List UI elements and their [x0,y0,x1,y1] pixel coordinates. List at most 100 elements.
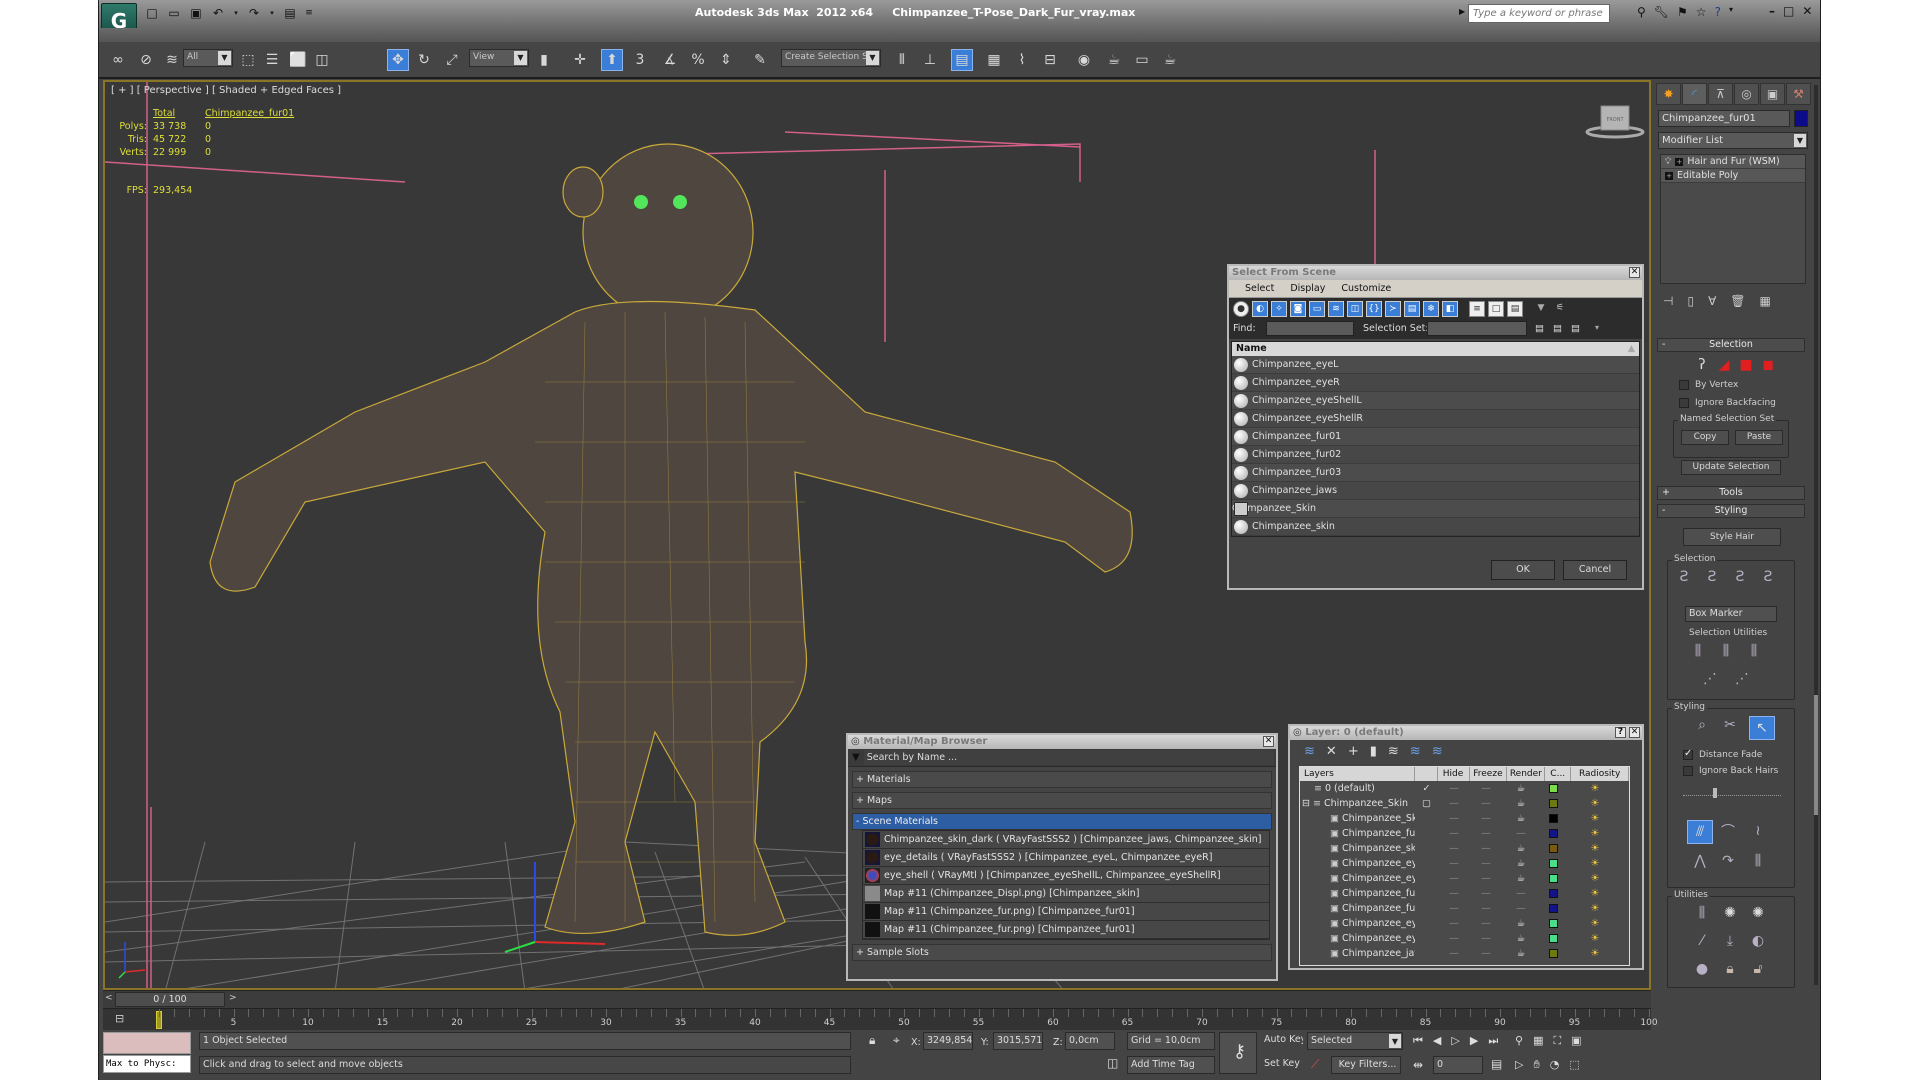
layer-row[interactable]: ▣ Chimpanzee_skir — — ☕︎ ☀ [1300,841,1629,856]
face-subobject-icon[interactable]: ◢ [1715,356,1733,374]
minimize-icon[interactable]: – [1769,4,1775,18]
undo-icon[interactable]: ↶ [211,6,225,20]
dialog-title-bar[interactable]: ◎ Material/Map Browser ✕ [848,735,1276,749]
select-object-icon[interactable]: ⬚ [237,49,259,71]
display-all-icon[interactable]: ≡ [1469,301,1485,317]
hide-toggle[interactable]: — [1438,873,1470,884]
select-set-icon[interactable]: ▤ [1553,323,1562,334]
layer-column-header[interactable]: Radiosity [1571,767,1630,781]
cancel-button[interactable]: Cancel [1563,560,1627,580]
auto-key-button[interactable]: Auto Key [1261,1032,1303,1050]
make-unique-icon[interactable]: ∀ [1708,294,1716,308]
zoom-extents-icon[interactable]: ⛶ [1553,1034,1561,1048]
save-icon[interactable]: ▣ [189,6,203,20]
layer-row[interactable]: ▣ Chimpanzee_eye——☕︎☀ [1300,856,1629,871]
pin-stack-icon[interactable]: ⊣ [1663,294,1673,308]
layer-row[interactable]: ▣ Chimpanzee_jaw — — ☕︎ ☀ [1300,946,1629,961]
translate-hair-icon[interactable]: ⫻ [1687,820,1713,844]
render-toggle[interactable]: ☕︎ [1502,783,1540,794]
help-dropdown-icon[interactable]: ▾ [1729,5,1733,19]
render-toggle[interactable]: ☕︎ [1502,873,1540,884]
bind-space-warp-icon[interactable]: ≋ [161,49,183,71]
maps-section[interactable]: + Maps [852,792,1272,809]
object-list-item[interactable]: Chimpanzee_fur01 [1232,428,1639,446]
menu-select[interactable]: Select [1245,280,1274,297]
render-toggle[interactable]: ☕︎ [1502,933,1540,944]
close-icon[interactable]: ✕ [1629,267,1640,278]
guide-subobject-icon[interactable]: ʔ [1693,356,1711,374]
redo-dropdown-icon[interactable]: ▾ [269,6,275,20]
attenuate-icon[interactable]: ⫼ [1693,904,1711,922]
current-layer-toggle[interactable]: ✓ [1415,783,1438,794]
layer-row[interactable]: ▣ Chimpanzee_eye——☕︎☀ [1300,931,1629,946]
freeze-toggle[interactable]: — [1470,828,1502,839]
object-list-item[interactable]: Chimpanzee_eyeShellL [1232,392,1639,410]
y-coordinate-field[interactable]: 3015,571cı [993,1032,1043,1050]
lock-icon[interactable]: 🔒︎ [1721,960,1739,978]
radiosity-icon[interactable]: ☀ [1566,918,1624,929]
layer-color-swatch[interactable] [1548,919,1558,928]
prev-frame-icon[interactable]: < [105,993,113,1003]
layer-color-swatch[interactable] [1548,859,1558,868]
move-icon[interactable]: ✥ [387,49,409,71]
pop-selected-icon[interactable]: ✺ [1721,904,1739,922]
layer-color-swatch[interactable] [1548,949,1558,958]
freeze-toggle[interactable]: — [1470,813,1502,824]
layer-column-header[interactable]: Freeze [1470,767,1508,781]
radiosity-icon[interactable]: ☀ [1566,903,1624,914]
help-icon[interactable]: ? [1715,5,1721,19]
layer-color-swatch[interactable] [1548,784,1558,793]
rotate-selection-icon[interactable]: ⫼ [1717,642,1735,660]
close-icon[interactable]: ✕ [1629,727,1640,738]
rect-region-icon[interactable]: ⬜ [287,49,309,71]
remove-from-set-icon[interactable]: ▤ [1571,323,1580,334]
hairbrush-icon[interactable]: ⌕ [1693,716,1711,734]
zoom-icon[interactable]: ⚲ [1515,1034,1523,1048]
display-frozen-icon[interactable]: ❄ [1423,301,1439,317]
pop-zero-sized-icon[interactable]: ✺ [1749,904,1767,922]
field-of-view-icon[interactable]: ▷ [1515,1058,1523,1072]
absolute-mode-icon[interactable]: ⌖ [893,1033,900,1048]
rotate-hair-icon[interactable]: ↷ [1719,852,1737,870]
paste-button[interactable]: Paste [1735,430,1783,445]
display-groups-icon[interactable]: ◫ [1347,301,1363,317]
layer-column-header[interactable]: C... [1545,767,1572,781]
copy-button[interactable]: Copy [1681,430,1729,445]
render-production-icon[interactable]: ☕︎ [1159,49,1181,71]
object-list-item[interactable]: Chimpanzee_jaws [1232,482,1639,500]
element-subobject-icon[interactable]: ◼ [1759,356,1777,374]
open-file-icon[interactable]: ▭ [167,6,181,20]
radiosity-icon[interactable]: ☀ [1566,783,1624,794]
rotate-icon[interactable]: ↻ [413,49,435,71]
close-icon[interactable]: ✕ [1263,736,1274,747]
selection-rollout-header[interactable]: - Selection [1657,338,1805,352]
radiosity-icon[interactable]: ☀ [1566,828,1624,839]
maximize-icon[interactable]: □ [1783,4,1794,18]
display-geometry-icon[interactable]: ● [1233,301,1249,317]
render-toggle[interactable]: ☕︎ [1502,918,1540,929]
display-xrefs-icon[interactable]: {} [1366,301,1382,317]
ignore-backfacing-checkbox[interactable] [1679,398,1689,408]
layer-row[interactable]: ▣ Chimpanzee_eye——☕︎☀ [1300,916,1629,931]
mirror-icon[interactable]: ⫴ [891,49,913,71]
maxscript-mini-listener[interactable]: Max to Physc: [103,1055,191,1073]
utilities-tab[interactable]: ⚒ [1786,83,1811,105]
hide-unhide-all-icon[interactable]: ≋ [1410,744,1421,759]
layer-color-swatch[interactable] [1548,889,1558,898]
find-input[interactable] [1266,321,1354,336]
viewport-label-menu[interactable]: [ + ] [ Perspective ] [ Shaded + Edged F… [111,85,341,96]
scrollbar-thumb[interactable] [1814,695,1818,815]
freeze-toggle[interactable]: — [1470,933,1502,944]
named-selection-dropdown[interactable]: Create Selection Se ▼ [781,49,881,67]
undo-dropdown-icon[interactable]: ▾ [233,6,239,20]
object-list-item[interactable]: Chimpanzee_Skin [1232,500,1639,518]
materials-section[interactable]: + Materials [852,771,1272,788]
render-toggle[interactable]: ☕︎ [1502,813,1540,824]
object-list-item[interactable]: Chimpanzee_fur02 [1232,446,1639,464]
remove-modifier-icon[interactable]: 🗑︎ [1730,294,1745,308]
delete-layer-icon[interactable]: ✕ [1326,744,1337,759]
binoculars-icon[interactable]: ⚲ [1637,5,1646,19]
browser-options-icon[interactable]: ▼ [852,752,860,763]
reference-coord-dropdown[interactable]: View ▼ [469,49,529,67]
layer-color-swatch[interactable] [1548,814,1558,823]
